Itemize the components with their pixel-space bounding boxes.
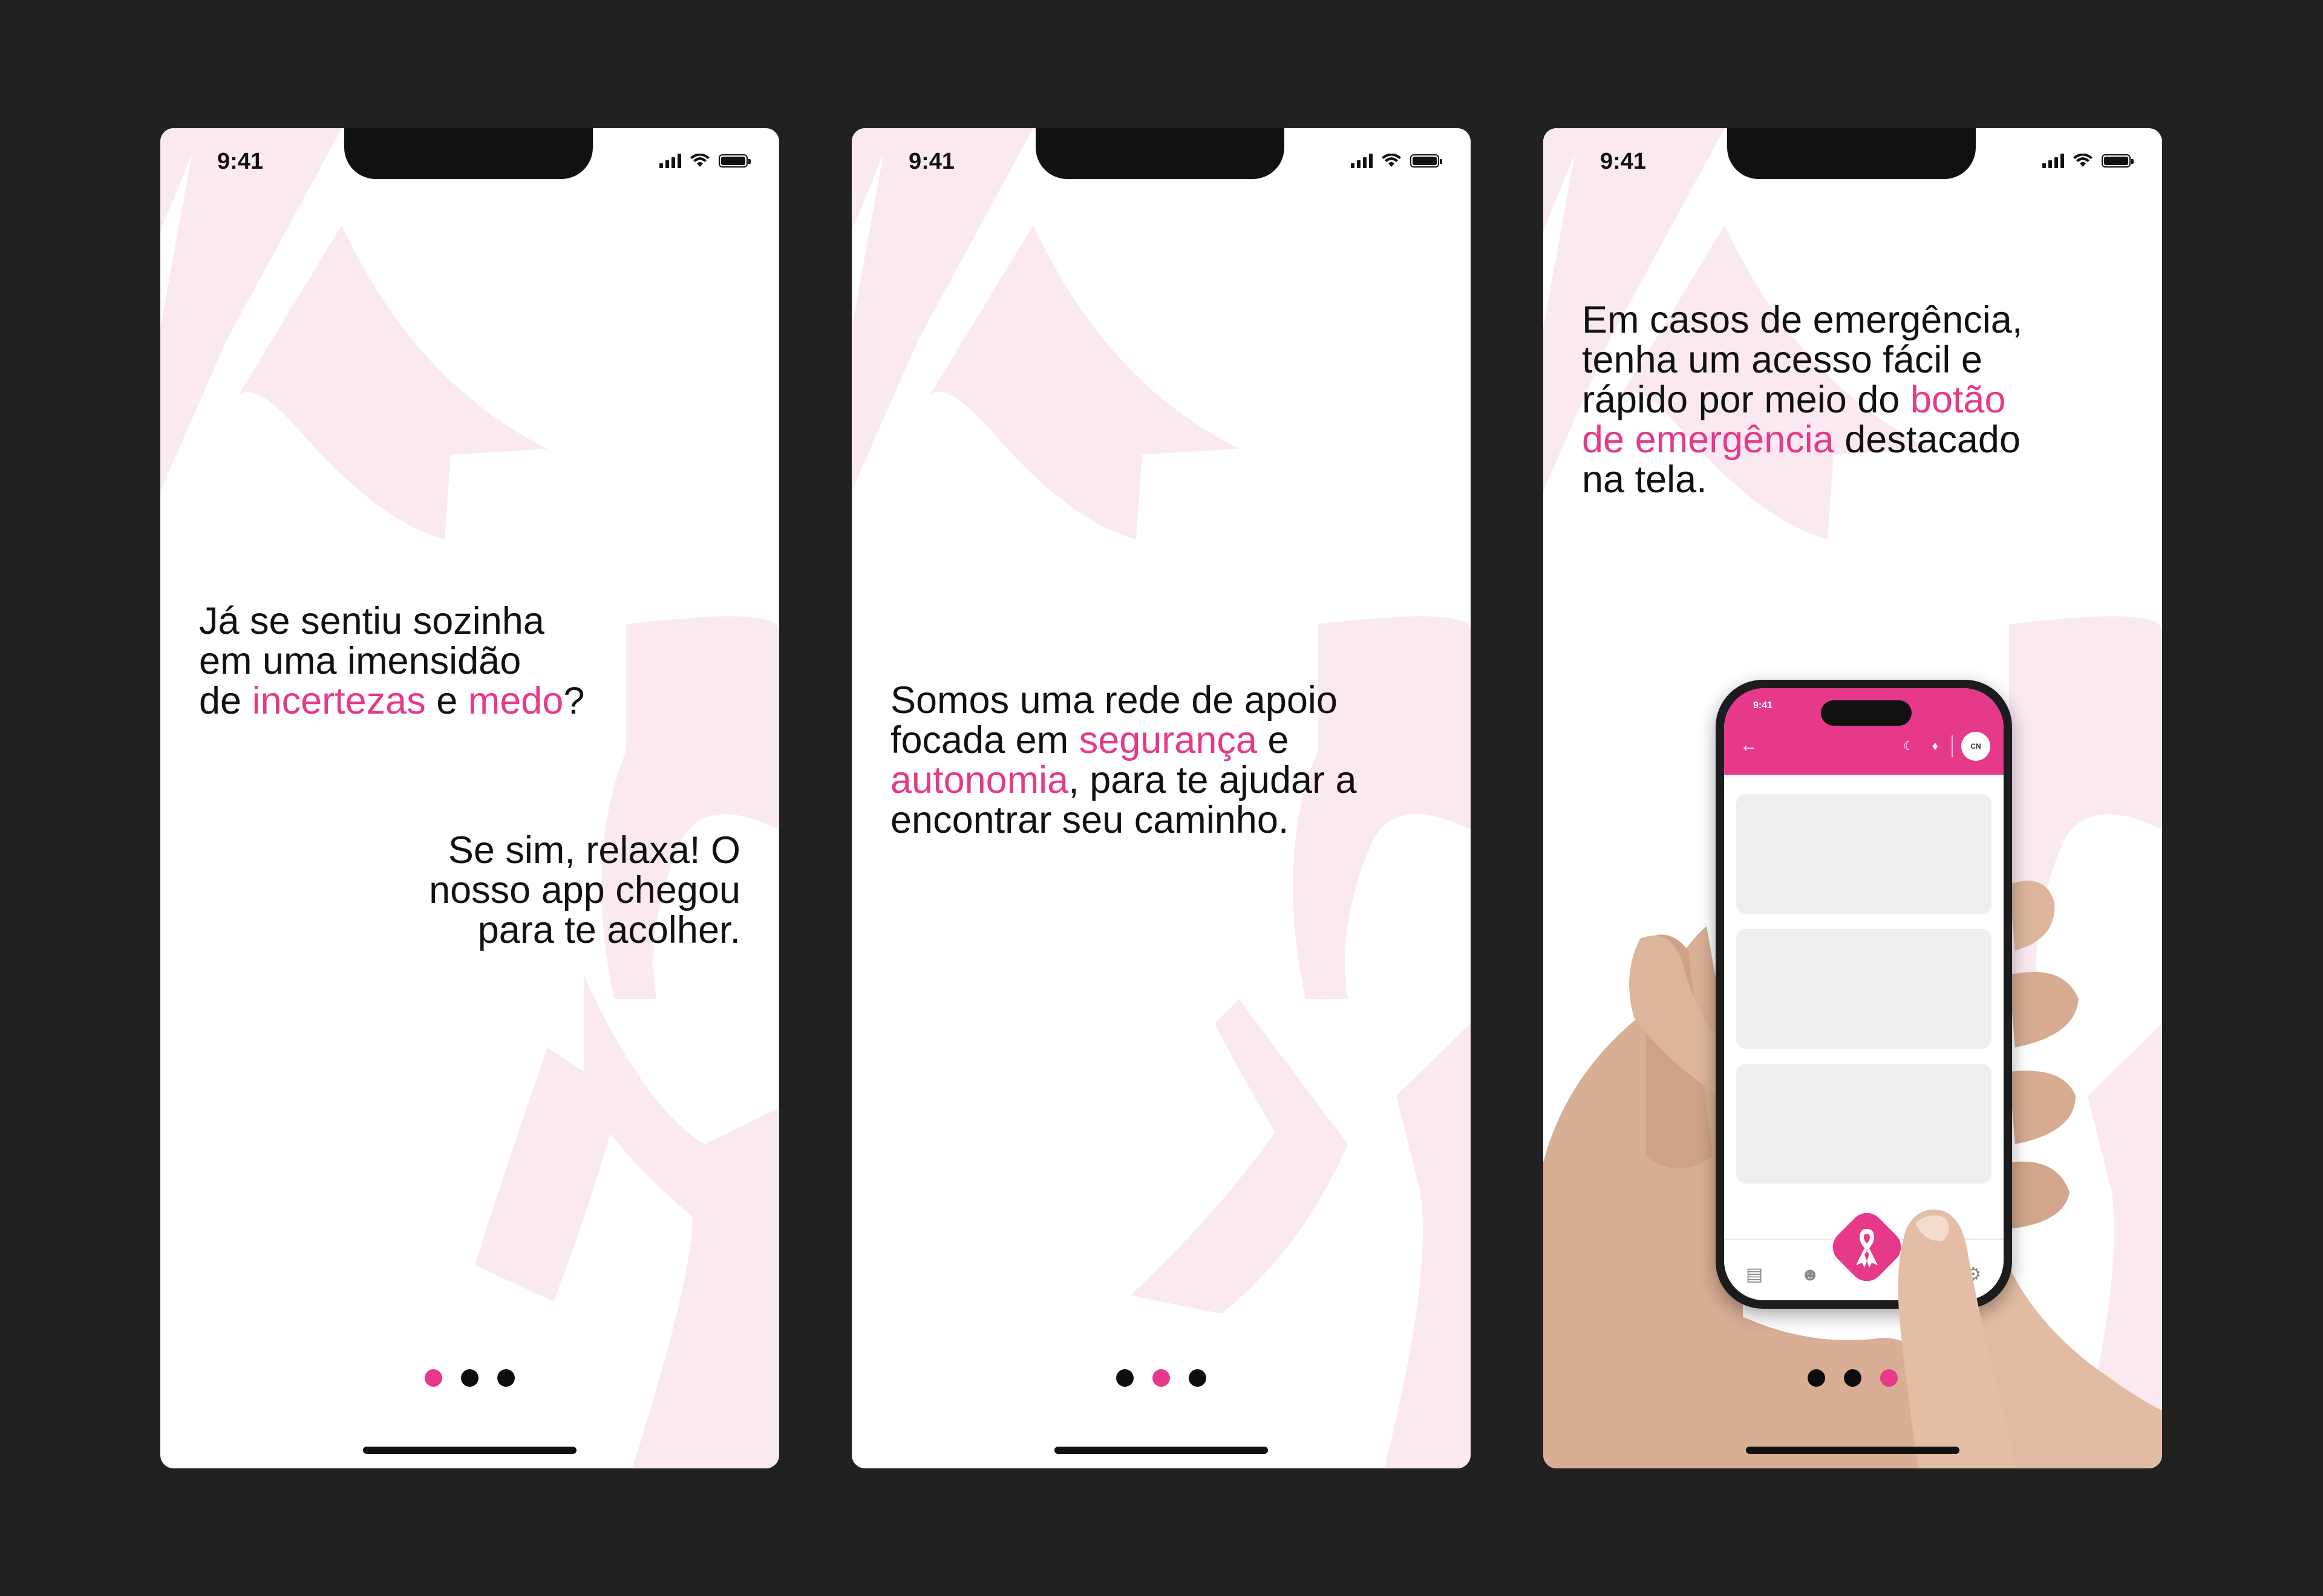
status-icons [2042,154,2134,168]
community-icon[interactable]: ☻ [1798,1263,1822,1287]
highlight-de-emergencia: de emergência [1582,419,1834,461]
emergency-line-3-start: rápido por meio do [1582,379,1910,421]
moon-icon[interactable]: ☾ [1903,740,1914,752]
mission-line-4: encontrar seu caminho. [890,799,1289,841]
page-dot-1[interactable] [1116,1369,1134,1387]
battery-icon [719,154,751,168]
status-icons [659,154,751,168]
bell-icon[interactable]: ♦ [1932,740,1938,752]
pagination-dots [1543,1369,2162,1387]
status-icons [1351,154,1442,168]
status-time: 9:41 [1600,149,1647,174]
avatar[interactable]: CN [1961,732,1990,761]
device-notch [1727,128,1976,179]
home-indicator[interactable] [1746,1447,1959,1454]
highlight-incertezas: incertezas [252,680,426,722]
mission-line-3-end: , para te ajudar a [1068,759,1357,801]
device-notch [1036,128,1284,179]
battery-icon [1410,154,1442,168]
highlight-seguranca: segurança [1079,719,1257,761]
reassurance-line-3: para te acolher. [477,909,740,951]
mock-app-header: 9:41 ← ☾ ♦ CN [1724,688,2004,775]
page-dot-1[interactable] [1808,1369,1825,1387]
wifi-icon [690,154,710,167]
content-card-placeholder[interactable] [1736,1064,1991,1184]
news-icon[interactable]: ▤ [1742,1263,1766,1287]
hand-holding-phone-illustration: 9:41 ← ☾ ♦ CN ▤ ☻ ⚙ [1543,552,2162,1468]
presentation-canvas: 9:41 Já se sentiu sozinha em uma imensid… [0,0,2323,1596]
tapping-finger [1898,1210,2015,1468]
intro-question: Já se sentiu sozinha em uma imensidão de… [199,601,584,721]
status-time: 9:41 [217,149,264,174]
mission-statement: Somos uma rede de apoio focada em segura… [890,680,1357,840]
page-dot-2[interactable] [1152,1369,1170,1387]
signal-icon [659,154,681,168]
mock-status-time: 9:41 [1753,700,1773,711]
emergency-line-2: tenha um acesso fácil e [1582,339,1982,381]
onboarding-screen-2: 9:41 Somos uma rede de apoio focada em s… [852,128,1471,1468]
emergency-line-4-end: destacado [1834,419,2021,461]
battery-icon [2102,154,2134,168]
mission-line-1: Somos uma rede de apoio [890,679,1338,721]
device-notch [344,128,593,179]
pagination-dots [852,1369,1471,1387]
content-card-placeholder[interactable] [1736,794,1991,914]
onboarding-screen-3: 9:41 Em casos de emergência, tenha um ac… [1543,128,2162,1468]
page-dot-1[interactable] [425,1369,442,1387]
wifi-icon [2073,154,2093,167]
question-connector: e [425,680,468,722]
page-dot-3[interactable] [497,1369,515,1387]
question-line-3-start: de [199,680,252,722]
status-time: 9:41 [909,149,955,174]
emergency-description: Em casos de emergência, tenha um acesso … [1582,300,2022,500]
home-indicator[interactable] [1054,1447,1268,1454]
content-card-placeholder[interactable] [1736,929,1991,1049]
home-indicator[interactable] [363,1447,577,1454]
signal-icon [1351,154,1373,168]
question-mark: ? [563,680,585,722]
intro-reassurance: Se sim, relaxa! O nosso app chegou para … [429,830,740,950]
page-dot-3[interactable] [1880,1369,1898,1387]
page-dot-2[interactable] [1844,1369,1861,1387]
page-dot-2[interactable] [461,1369,479,1387]
page-dot-3[interactable] [1189,1369,1206,1387]
onboarding-screen-1: 9:41 Já se sentiu sozinha em uma imensid… [160,128,779,1468]
ribbon-watermark [160,128,779,1468]
emergency-line-1: Em casos de emergência, [1582,299,2023,341]
question-line-1: Já se sentiu sozinha [199,600,544,642]
highlight-medo: medo [468,680,564,722]
question-line-2: em uma imensidão [199,640,521,682]
pagination-dots [160,1369,779,1387]
wifi-icon [1382,154,1401,167]
header-divider [1952,735,1953,757]
highlight-botao: botão [1910,379,2006,421]
reassurance-line-1: Se sim, relaxa! O [448,829,740,871]
mission-line-2-start: focada em [890,719,1079,761]
mission-line-2-end: e [1256,719,1289,761]
back-arrow-icon[interactable]: ← [1740,737,1758,755]
highlight-autonomia: autonomia [890,759,1069,801]
reassurance-line-2: nosso app chegou [429,869,740,911]
mock-dynamic-island [1821,700,1912,726]
signal-icon [2042,154,2064,168]
emergency-line-5: na tela. [1582,458,1707,501]
